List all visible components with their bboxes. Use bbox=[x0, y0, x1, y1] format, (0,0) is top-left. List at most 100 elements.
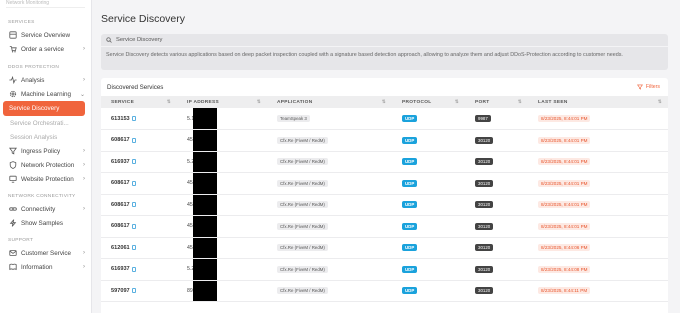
redaction-block bbox=[193, 130, 217, 151]
column-header-ip-address[interactable]: IP ADDRESS ⇅ bbox=[177, 96, 267, 108]
cell-ip-address: 45.1 bbox=[177, 237, 267, 259]
service-link[interactable]: 608617 bbox=[111, 202, 136, 208]
service-link[interactable]: 597097 bbox=[111, 288, 136, 294]
table-row[interactable]: 597097 89. Cfx.Re (FiveM / RedM) UDP 30120 8/… bbox=[101, 280, 668, 302]
grid-icon bbox=[8, 31, 17, 40]
copy-icon[interactable] bbox=[131, 159, 136, 165]
page-title: Service Discovery bbox=[101, 13, 186, 25]
last-seen-badge: 8/23/2025, 8:44:01 PM bbox=[538, 179, 591, 187]
protocol-badge: UDP bbox=[402, 115, 418, 122]
table-row[interactable]: 613153 5.18 TeamSpeak 3 UDP 9987 8/23/2025, 8… bbox=[101, 108, 668, 130]
table-row[interactable]: 616937 5.25 Cfx.Re (FiveM / RedM) UDP 30120 8… bbox=[101, 259, 668, 280]
application-badge: Cfx.Re (FiveM / RedM) bbox=[277, 136, 328, 144]
copy-icon[interactable] bbox=[131, 180, 136, 186]
cell-port: 30120 bbox=[465, 151, 528, 173]
table-row[interactable]: 612061 45.1 Cfx.Re (FiveM / RedM) UDP 30120 8… bbox=[101, 237, 668, 259]
table-row[interactable]: 608617 45.1 Cfx.Re (FiveM / RedM) UDP 30120 8… bbox=[101, 130, 668, 152]
table-row[interactable]: 616937 5.25 Cfx.Re (FiveM / RedM) UDP 30120 8… bbox=[101, 151, 668, 173]
sidebar-item-session-analysis[interactable]: Session Analysis bbox=[0, 130, 91, 144]
services-table: SERVICE ⇅ IP ADDRESS ⇅ APPLICATION ⇅ PROTOC… bbox=[101, 96, 668, 302]
sidebar-item-ingress-policy[interactable]: Ingress Policy › bbox=[0, 144, 91, 158]
cell-port: 30120 bbox=[465, 237, 528, 259]
sidebar-item-label: Show Samples bbox=[21, 219, 63, 227]
service-link[interactable]: 608617 bbox=[111, 137, 136, 143]
column-header-port[interactable]: PORT ⇅ bbox=[465, 96, 528, 108]
column-header-application[interactable]: APPLICATION ⇅ bbox=[267, 96, 392, 108]
service-link[interactable]: 612061 bbox=[111, 245, 136, 251]
cell-application: Cfx.Re (FiveM / RedM) bbox=[267, 173, 392, 195]
cell-ip-address: 5.18 bbox=[177, 108, 267, 130]
sidebar-item-label: Analysis bbox=[21, 76, 45, 84]
sidebar-item-service-discovery[interactable]: Service Discovery bbox=[3, 101, 85, 116]
redaction-block bbox=[193, 151, 217, 172]
protocol-badge: UDP bbox=[402, 222, 418, 230]
sidebar-item-service-orchestration[interactable]: Service Orchestrati... bbox=[0, 116, 91, 130]
sidebar-top-item[interactable]: Network Monitoring bbox=[6, 0, 85, 8]
sidebar-item-network-protection[interactable]: Network Protection › bbox=[0, 158, 91, 172]
service-link[interactable]: 616937 bbox=[111, 266, 136, 272]
sidebar-item-machine-learning[interactable]: Machine Learning ⌄ bbox=[0, 87, 91, 101]
sidebar-item-show-samples[interactable]: Show Samples bbox=[0, 216, 91, 230]
sort-icon: ⇅ bbox=[166, 99, 171, 104]
cell-service: 608617 bbox=[101, 173, 177, 195]
column-header-protocol[interactable]: PROTOCOL ⇅ bbox=[392, 96, 465, 108]
cell-application: Cfx.Re (FiveM / RedM) bbox=[267, 194, 392, 216]
chevron-right-icon: › bbox=[83, 162, 85, 168]
cart-icon bbox=[8, 45, 17, 54]
cell-protocol: UDP bbox=[392, 151, 465, 173]
sidebar-item-information[interactable]: Information › bbox=[0, 260, 91, 274]
service-link[interactable]: 608617 bbox=[111, 223, 136, 229]
cell-last-seen: 8/23/2025, 8:44:01 PM bbox=[528, 108, 668, 130]
sidebar-item-label: Ingress Policy bbox=[21, 147, 61, 155]
service-link[interactable]: 616937 bbox=[111, 159, 136, 165]
service-link[interactable]: 613153 bbox=[111, 116, 136, 122]
copy-icon[interactable] bbox=[131, 288, 136, 294]
application-badge: Cfx.Re (FiveM / RedM) bbox=[277, 158, 328, 166]
protocol-badge: UDP bbox=[402, 179, 418, 187]
copy-icon[interactable] bbox=[131, 202, 136, 208]
sidebar-item-connectivity[interactable]: Connectivity › bbox=[0, 202, 91, 216]
table-row[interactable]: 608617 45.1 Cfx.Re (FiveM / RedM) UDP 30120 8… bbox=[101, 194, 668, 216]
chevron-right-icon: › bbox=[83, 148, 85, 154]
table-row[interactable]: 608617 45.1 Cfx.Re (FiveM / RedM) UDP 30120 8… bbox=[101, 173, 668, 195]
cell-service: 612061 bbox=[101, 237, 177, 259]
port-badge: 30120 bbox=[475, 287, 494, 295]
cell-protocol: UDP bbox=[392, 194, 465, 216]
sort-icon: ⇅ bbox=[256, 99, 261, 104]
sidebar-item-order-service[interactable]: Order a service › bbox=[0, 42, 91, 56]
monitor-icon bbox=[8, 175, 17, 184]
port-badge: 30120 bbox=[475, 244, 494, 252]
cell-service: 608617 bbox=[101, 194, 177, 216]
sidebar-item-customer-service[interactable]: Customer Service › bbox=[0, 246, 91, 260]
redaction-block bbox=[193, 173, 217, 194]
sidebar-item-service-overview[interactable]: Service Overview bbox=[0, 28, 91, 42]
filters-button[interactable]: Filters bbox=[636, 84, 660, 90]
sidebar-item-label: Connectivity bbox=[21, 205, 56, 213]
redaction-block bbox=[193, 259, 217, 280]
column-header-last-seen[interactable]: LAST SEEN ⇅ bbox=[528, 96, 668, 108]
info-panel-title: Service Discovery bbox=[116, 37, 163, 43]
port-badge: 30120 bbox=[475, 222, 494, 230]
sidebar-item-label: Website Protection bbox=[21, 175, 74, 183]
cell-ip-address: 89. bbox=[177, 280, 267, 302]
cell-service: 613153 bbox=[101, 108, 177, 130]
chevron-right-icon: › bbox=[83, 264, 85, 270]
column-header-service[interactable]: SERVICE ⇅ bbox=[101, 96, 177, 108]
cell-protocol: UDP bbox=[392, 216, 465, 238]
last-seen-badge: 8/23/2025, 8:44:11 PM bbox=[538, 287, 591, 295]
sidebar-item-website-protection[interactable]: Website Protection › bbox=[0, 172, 91, 186]
service-link[interactable]: 608617 bbox=[111, 180, 136, 186]
copy-icon[interactable] bbox=[131, 137, 136, 143]
sidebar-item-analysis[interactable]: Analysis › bbox=[0, 73, 91, 87]
link-icon bbox=[8, 205, 17, 214]
copy-icon[interactable] bbox=[131, 223, 136, 229]
cell-last-seen: 8/23/2025, 8:44:01 PM bbox=[528, 151, 668, 173]
copy-icon[interactable] bbox=[131, 266, 136, 272]
cell-ip-address: 45.1 bbox=[177, 130, 267, 152]
table-row[interactable]: 608617 45.1 Cfx.Re (FiveM / RedM) UDP 30120 8… bbox=[101, 216, 668, 238]
copy-icon[interactable] bbox=[131, 116, 136, 121]
filter-icon bbox=[636, 84, 643, 90]
copy-icon[interactable] bbox=[131, 245, 136, 251]
cell-port: 30120 bbox=[465, 173, 528, 195]
filters-label: Filters bbox=[645, 84, 660, 90]
